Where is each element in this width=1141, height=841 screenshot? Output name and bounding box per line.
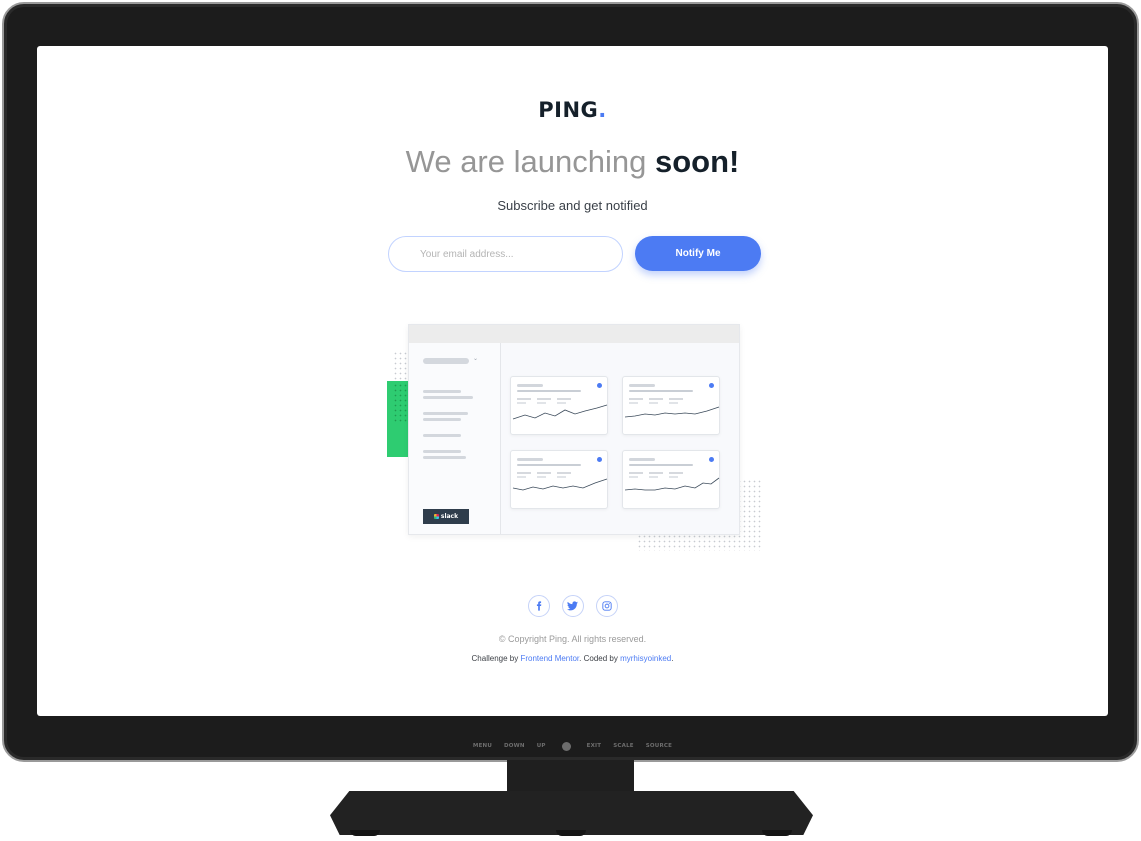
screen: PING. We are launching soon! Subscribe a… bbox=[37, 46, 1108, 716]
sidebar-line bbox=[423, 412, 468, 415]
menu-control[interactable]: MENU bbox=[473, 743, 492, 749]
monitor-foot bbox=[556, 830, 586, 836]
monitor-frame: PING. We are launching soon! Subscribe a… bbox=[2, 2, 1139, 762]
slack-icon bbox=[433, 514, 439, 519]
exit-control[interactable]: EXIT bbox=[587, 743, 602, 749]
card-badge bbox=[597, 383, 602, 388]
headline-light: We are launching bbox=[405, 144, 647, 179]
logo: PING. bbox=[37, 98, 1108, 122]
monitor-foot bbox=[350, 830, 380, 836]
chart-card bbox=[622, 450, 720, 509]
card-badge bbox=[709, 383, 714, 388]
sidebar-line bbox=[423, 418, 461, 421]
subtitle: Subscribe and get notified bbox=[497, 198, 648, 213]
monitor-neck bbox=[507, 760, 634, 795]
chevron-down-icon: ⌄ bbox=[473, 356, 479, 362]
sidebar-line bbox=[423, 396, 473, 399]
chart-card bbox=[622, 376, 720, 435]
attribution: Challenge by Frontend Mentor. Coded by m… bbox=[471, 654, 674, 663]
chart-card bbox=[510, 450, 608, 509]
sidebar-line bbox=[423, 456, 466, 459]
dot-pattern-green bbox=[393, 383, 409, 423]
monitor-base bbox=[330, 791, 813, 835]
frontend-mentor-link[interactable]: Frontend Mentor bbox=[520, 654, 579, 663]
social-links bbox=[37, 595, 1108, 617]
sidebar-line bbox=[423, 390, 461, 393]
copyright-text: © Copyright Ping. All rights reserved. bbox=[498, 634, 647, 644]
sidebar-pill bbox=[423, 358, 469, 364]
logo-text: PING bbox=[538, 98, 599, 122]
slack-badge: slack bbox=[423, 509, 469, 524]
power-button[interactable] bbox=[561, 741, 571, 751]
sidebar-line bbox=[423, 434, 461, 437]
page-title: We are launching soon! bbox=[37, 144, 1108, 180]
headline-bold: soon! bbox=[654, 144, 740, 179]
monitor-foot bbox=[762, 830, 792, 836]
down-control[interactable]: DOWN bbox=[504, 743, 525, 749]
author-link[interactable]: myrhisyoinked bbox=[620, 654, 671, 663]
source-control[interactable]: SOURCE bbox=[646, 743, 672, 749]
dashboard-illustration: ⌄ slack bbox=[387, 321, 763, 551]
email-field[interactable] bbox=[388, 236, 623, 272]
sidebar-line bbox=[423, 450, 461, 453]
card-badge bbox=[709, 457, 714, 462]
dashboard-sidebar: ⌄ slack bbox=[409, 325, 501, 534]
logo-dot: . bbox=[598, 98, 607, 122]
facebook-icon[interactable] bbox=[527, 595, 550, 617]
notify-me-button[interactable]: Notify Me bbox=[635, 236, 761, 271]
monitor-controls: MENU DOWN UP EXIT SCALE SOURCE bbox=[4, 739, 1141, 753]
chart-card bbox=[510, 376, 608, 435]
slack-label: slack bbox=[440, 513, 459, 520]
instagram-icon[interactable] bbox=[595, 595, 618, 617]
card-badge bbox=[597, 457, 602, 462]
up-control[interactable]: UP bbox=[537, 743, 546, 749]
dashboard-window: ⌄ slack bbox=[408, 324, 740, 535]
twitter-icon[interactable] bbox=[561, 595, 584, 617]
scale-control[interactable]: SCALE bbox=[613, 743, 634, 749]
